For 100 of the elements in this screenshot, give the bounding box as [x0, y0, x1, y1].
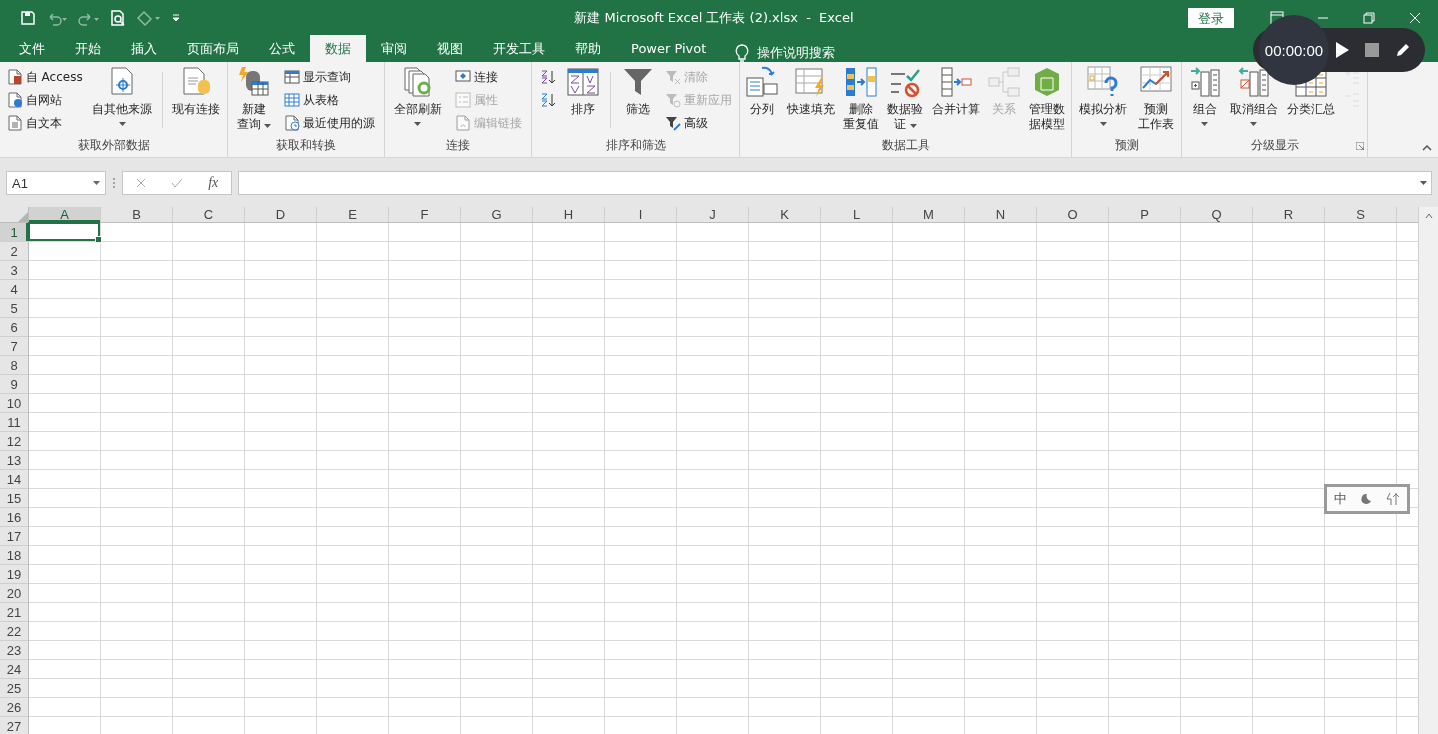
column-header[interactable]: Q	[1181, 207, 1253, 222]
ribbon-tab[interactable]: Power Pivot	[616, 35, 722, 62]
row-header[interactable]: 5	[0, 299, 28, 318]
ribbon-button[interactable]: 自网站	[6, 89, 83, 111]
row-header[interactable]: 27	[0, 717, 28, 734]
row-header[interactable]: 21	[0, 603, 28, 622]
column-header[interactable]: D	[245, 207, 317, 222]
ribbon-tab[interactable]: 数据	[310, 35, 366, 62]
ribbon-tab[interactable]: 插入	[116, 35, 172, 62]
ribbon-button[interactable]: 模拟分析	[1076, 66, 1131, 127]
column-header[interactable]: M	[893, 207, 965, 222]
vertical-scrollbar[interactable]	[1418, 207, 1438, 734]
formula-field[interactable]	[238, 171, 1432, 195]
columns-arrow-icon	[845, 66, 878, 98]
ribbon-button[interactable]: 合并计算	[928, 66, 983, 117]
ribbon-button[interactable]: 自 Access	[6, 66, 83, 88]
row-header[interactable]: 25	[0, 679, 28, 698]
ribbon-button[interactable]: 新建 查询	[233, 66, 275, 132]
row-header[interactable]: 15	[0, 489, 28, 508]
ribbon-button[interactable]: 数据验 证	[884, 66, 927, 132]
ribbon-button[interactable]: 高级	[664, 112, 732, 134]
insert-function-button[interactable]: fx	[208, 175, 219, 191]
column-header[interactable]: F	[389, 207, 461, 222]
ribbon-button[interactable]: 连接	[455, 66, 523, 88]
ribbon-tab[interactable]: 文件	[4, 35, 60, 62]
ribbon-tab[interactable]: 审阅	[366, 35, 422, 62]
row-header[interactable]: 1	[0, 223, 28, 242]
column-header[interactable]: J	[677, 207, 749, 222]
row-header[interactable]: 18	[0, 546, 28, 565]
ribbon-button[interactable]: 显示查询	[284, 66, 376, 88]
column-header[interactable]: N	[965, 207, 1037, 222]
ribbon-tab[interactable]: 公式	[254, 35, 310, 62]
ribbon-tab[interactable]: 视图	[422, 35, 478, 62]
row-header[interactable]: 19	[0, 565, 28, 584]
row-header[interactable]: 13	[0, 451, 28, 470]
ribbon-button[interactable]: 全部刷新	[390, 66, 445, 127]
print-preview-icon	[110, 9, 126, 26]
row-header[interactable]: 11	[0, 413, 28, 432]
column-header[interactable]: S	[1325, 207, 1397, 222]
column-header[interactable]: A	[29, 207, 101, 222]
row-header[interactable]: 8	[0, 356, 28, 375]
ribbon-button[interactable]: 筛选	[618, 66, 657, 117]
column-header[interactable]: O	[1037, 207, 1109, 222]
ribbon-button[interactable]: 分列	[743, 66, 782, 117]
ribbon-button[interactable]: 现有连接	[169, 66, 224, 117]
column-header[interactable]: B	[101, 207, 173, 222]
column-header[interactable]: L	[821, 207, 893, 222]
ribbon-tab[interactable]: 开始	[60, 35, 116, 62]
column-header[interactable]: G	[461, 207, 533, 222]
clock-document-icon	[284, 115, 301, 131]
restore-icon	[1363, 11, 1375, 24]
ribbon-button[interactable]: 排序	[563, 66, 602, 117]
ribbon-button[interactable]: 最近使用的源	[284, 112, 376, 134]
pencil-icon	[1395, 42, 1411, 58]
play-icon	[1335, 42, 1349, 58]
selected-cell[interactable]	[28, 222, 100, 241]
row-header[interactable]: 24	[0, 660, 28, 679]
column-header[interactable]: K	[749, 207, 821, 222]
ribbon-button[interactable]: 预测 工作表	[1134, 66, 1177, 132]
ribbon-button[interactable]: 管理数 据模型	[1025, 66, 1068, 132]
database-table-icon	[237, 66, 270, 98]
row-header[interactable]: 6	[0, 318, 28, 337]
tell-me-search[interactable]: 操作说明搜索	[757, 44, 836, 62]
row-header[interactable]: 4	[0, 280, 28, 299]
caret-icon	[93, 181, 100, 185]
column-header[interactable]: E	[317, 207, 389, 222]
column-header[interactable]: I	[605, 207, 677, 222]
row-header[interactable]: 10	[0, 394, 28, 413]
ime-mode[interactable]: 中	[1333, 490, 1347, 508]
ribbon-tab[interactable]: 帮助	[560, 35, 616, 62]
row-header[interactable]: 22	[0, 622, 28, 641]
row-header[interactable]: 2	[0, 242, 28, 261]
cell-grid[interactable]	[29, 223, 1418, 734]
column-header[interactable]: H	[533, 207, 605, 222]
column-header[interactable]: R	[1253, 207, 1325, 222]
ribbon-tab[interactable]: 开发工具	[478, 35, 560, 62]
row-header[interactable]: 9	[0, 375, 28, 394]
ribbon-tab[interactable]: 页面布局	[172, 35, 254, 62]
grid-question-icon	[1087, 66, 1120, 98]
table-icon	[284, 92, 301, 108]
name-box[interactable]: A1	[6, 171, 106, 195]
login-button[interactable]: 登录	[1188, 7, 1234, 28]
row-header[interactable]: 26	[0, 698, 28, 717]
ribbon-button[interactable]: 自其他来源	[89, 66, 156, 127]
ribbon-button[interactable]: 自文本	[6, 112, 83, 134]
row-header[interactable]: 23	[0, 641, 28, 660]
row-header[interactable]: 17	[0, 527, 28, 546]
ribbon-button[interactable]: 从表格	[284, 89, 376, 111]
ribbon-button[interactable]: 删除 重复值	[840, 66, 883, 132]
column-header[interactable]: C	[173, 207, 245, 222]
row-header[interactable]: 7	[0, 337, 28, 356]
column-header[interactable]: P	[1109, 207, 1181, 222]
row-header[interactable]: 16	[0, 508, 28, 527]
ribbon-button[interactable]: 组合	[1185, 66, 1224, 127]
document-database-icon	[180, 66, 213, 98]
row-header[interactable]: 3	[0, 261, 28, 280]
row-header[interactable]: 14	[0, 470, 28, 489]
row-header[interactable]: 20	[0, 584, 28, 603]
ribbon-button[interactable]: 快速填充	[783, 66, 838, 117]
row-header[interactable]: 12	[0, 432, 28, 451]
